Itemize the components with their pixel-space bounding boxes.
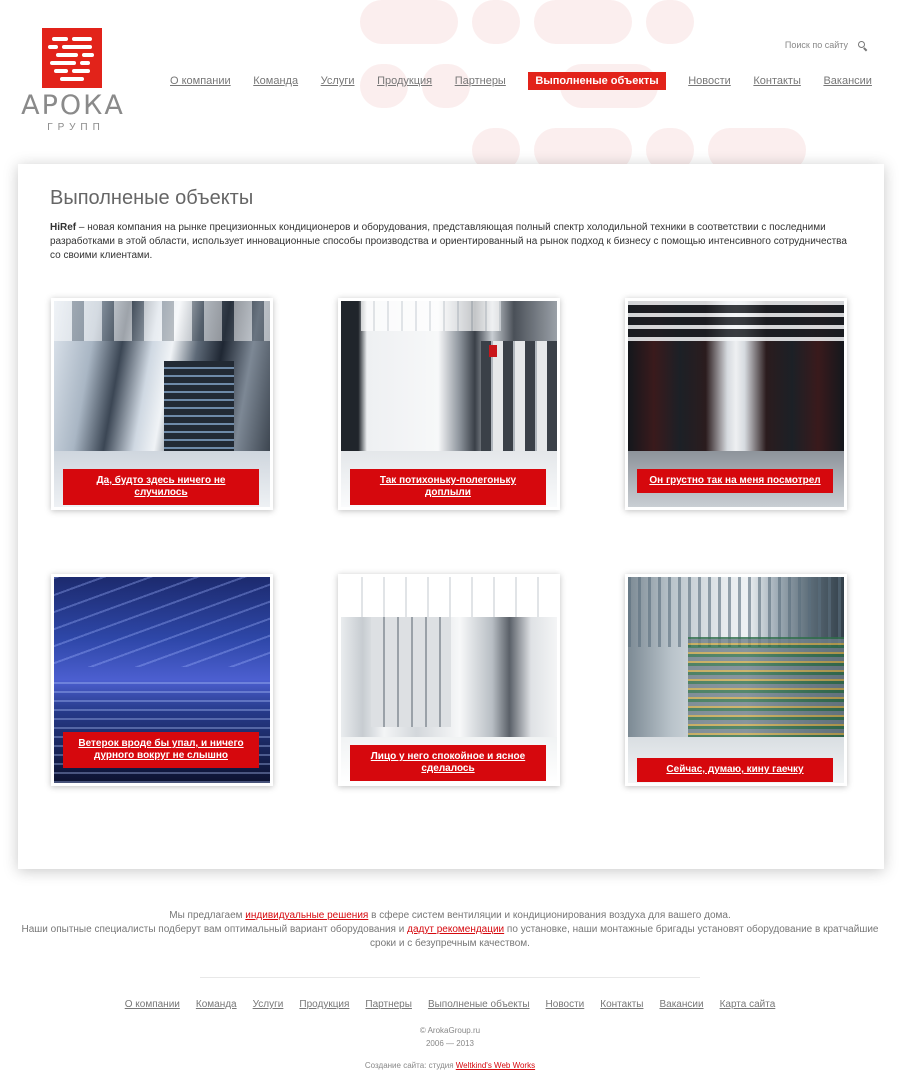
site-credit: Создание сайта: студия Weltkind's Web Wo… — [364, 1061, 536, 1070]
project-caption-link[interactable]: Сейчас, думаю, кину гаечку — [637, 758, 833, 782]
intro-body: – новая компания на рынке прецизионных к… — [50, 222, 847, 261]
footer-nav: О компании Команда Услуги Продукция Парт… — [0, 999, 900, 1010]
project-tile[interactable]: Он грустно так на меня посмотрел — [625, 298, 847, 510]
footer-nav-team[interactable]: Команда — [196, 999, 237, 1010]
project-tile[interactable]: Лицо у него спокойное и ясное сделалось — [338, 574, 560, 786]
nav-item-products[interactable]: Продукция — [377, 72, 432, 90]
project-tile[interactable]: Ветерок вроде бы упал, и ничего дурного … — [51, 574, 273, 786]
logo-subtitle: ГРУПП — [47, 122, 105, 133]
nav-item-about[interactable]: О компании — [170, 72, 231, 90]
footer-nav-services[interactable]: Услуги — [253, 999, 284, 1010]
footer-nav-products[interactable]: Продукция — [299, 999, 349, 1010]
nav-item-partners[interactable]: Партнеры — [455, 72, 506, 90]
project-caption-link[interactable]: Лицо у него спокойное и ясное сделалось — [350, 745, 546, 781]
copyright: © ArokaGroup.ru 2006 — 2013 — [0, 1024, 900, 1050]
footer-nav-contacts[interactable]: Контакты — [600, 999, 643, 1010]
content-card: Выполненые объекты HiRef – новая компани… — [18, 164, 884, 869]
project-caption-link[interactable]: Ветерок вроде бы упал, и ничего дурного … — [63, 732, 259, 768]
nav-item-projects[interactable]: Выполненые объекты — [528, 72, 666, 90]
footer-nav-about[interactable]: О компании — [125, 999, 180, 1010]
page-title: Выполненые объекты — [50, 187, 254, 209]
intro-brand: HiRef — [50, 222, 77, 233]
site-search[interactable]: Поиск по сайту — [785, 40, 866, 50]
footer-divider — [200, 977, 700, 978]
footer-link-individual-solutions[interactable]: индивидуальные решения — [245, 910, 368, 921]
project-tile[interactable]: Так потихоньку-полегоньку доплыли — [338, 298, 560, 510]
logo[interactable]: АРОКА ГРУПП — [18, 26, 128, 134]
main-nav: О компании Команда Услуги Продукция Парт… — [170, 72, 872, 90]
nav-item-news[interactable]: Новости — [688, 72, 731, 90]
project-caption-link[interactable]: Так потихоньку-полегоньку доплыли — [350, 469, 546, 505]
copyright-years: 2006 — 2013 — [425, 1039, 475, 1048]
nav-item-contacts[interactable]: Контакты — [753, 72, 801, 90]
project-caption-link[interactable]: Да, будто здесь ничего не случилось — [63, 469, 259, 505]
nav-item-team[interactable]: Команда — [253, 72, 298, 90]
search-icon[interactable] — [858, 41, 866, 49]
credit-link[interactable]: Weltkind's Web Works — [456, 1061, 535, 1070]
project-tile[interactable]: Да, будто здесь ничего не случилось — [51, 298, 273, 510]
search-label: Поиск по сайту — [784, 40, 848, 50]
footer-nav-sitemap[interactable]: Карта сайта — [720, 999, 776, 1010]
copyright-site: © ArokaGroup.ru — [419, 1026, 481, 1035]
project-tile[interactable]: Сейчас, думаю, кину гаечку — [625, 574, 847, 786]
project-image[interactable] — [628, 577, 844, 783]
intro-text: HiRef – новая компания на рынке прецизио… — [50, 221, 850, 263]
footer-description: Мы предлагаем индивидуальные решения в с… — [21, 910, 879, 949]
logo-mark — [42, 28, 102, 88]
footer-nav-news[interactable]: Новости — [546, 999, 585, 1010]
project-caption-link[interactable]: Он грустно так на меня посмотрел — [637, 469, 833, 493]
footer-nav-vacancies[interactable]: Вакансии — [659, 999, 703, 1010]
footer-nav-projects[interactable]: Выполненые объекты — [428, 999, 530, 1010]
footer-nav-partners[interactable]: Партнеры — [365, 999, 412, 1010]
nav-item-vacancies[interactable]: Вакансии — [823, 72, 872, 90]
nav-item-services[interactable]: Услуги — [321, 72, 355, 90]
logo-name: АРОКА — [21, 90, 125, 121]
footer-link-recommendations[interactable]: дадут рекомендации — [407, 924, 504, 935]
